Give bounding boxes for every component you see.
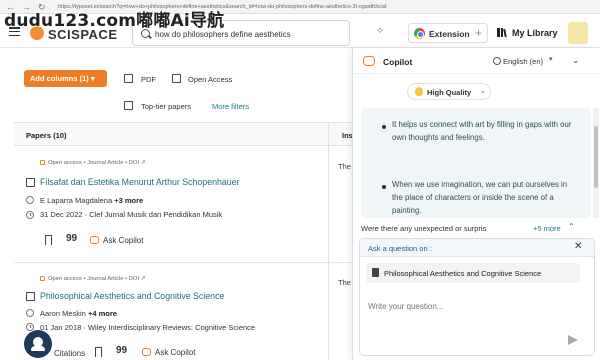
ask-copilot-button[interactable]: Ask Copilot (142, 348, 195, 357)
scrollbar-thumb[interactable] (594, 126, 598, 188)
ask-copilot-button[interactable]: Ask Copilot (90, 236, 143, 245)
copilot-icon (363, 56, 375, 66)
bullet-dot (382, 125, 386, 129)
open-access-icon (40, 160, 45, 165)
row-divider (14, 262, 352, 263)
paper-select-checkbox[interactable] (26, 178, 35, 187)
ask-question-label: Ask a question on : (368, 244, 432, 253)
plus-icon: + (475, 26, 483, 40)
person-body-icon (31, 346, 45, 351)
copilot-answer: It helps us connect with art by filling … (361, 108, 591, 218)
citations-link[interactable]: Citations (54, 349, 85, 358)
avatar[interactable] (568, 22, 588, 44)
followup-question[interactable]: Were there any unexpected or surpris (361, 224, 511, 233)
copilot-panel: Copilot English (en) ▾ ⌄ High Quality ⌄ … (352, 48, 600, 360)
quality-selector[interactable]: High Quality ⌄ (407, 83, 491, 100)
close-icon[interactable]: ✕ (574, 241, 582, 252)
add-columns-button[interactable]: Add columns (1) ▾ (24, 70, 107, 87)
author-icon (26, 196, 34, 204)
ask-question-header: Ask a question on : ✕ (360, 239, 594, 257)
lightbulb-icon (415, 87, 423, 96)
column-divider (328, 122, 329, 360)
ask-question-panel: Ask a question on : ✕ Philosophical Aest… (359, 238, 595, 356)
more-questions-link[interactable]: +5 more (533, 224, 561, 233)
cite-icon[interactable]: 99 (66, 233, 77, 244)
chevron-down-icon: ⌄ (480, 88, 486, 95)
answer-bullet: When we use imagination, we can put ours… (392, 180, 568, 215)
chrome-icon (414, 28, 425, 39)
document-icon (372, 268, 379, 277)
bookmark-icon[interactable] (95, 347, 102, 357)
library-icon (497, 28, 507, 38)
pdf-checkbox[interactable] (124, 74, 133, 83)
bookmark-icon[interactable] (45, 235, 52, 245)
results-table-header: Papers (10) Insi (14, 122, 355, 146)
paper-date-venue: 31 Dec 2022 · Clef Jurnal Musik dan Pend… (40, 210, 223, 219)
extension-label: Extension (429, 29, 470, 39)
answer-bullet: It helps us connect with art by filling … (392, 120, 572, 142)
open-access-label: Open Access (188, 75, 233, 84)
language-select[interactable]: English (en) (503, 57, 543, 66)
chevron-up-icon[interactable]: ⌃ (568, 222, 575, 231)
paper-authors: Aaron Meskin +4 more (40, 309, 117, 318)
watermark-text: dudu123.com嘟嘟Ai导航 (4, 11, 225, 31)
filter-controls: Add columns (1) ▾ PDF Open Access Top-ti… (0, 48, 352, 120)
more-filters-link[interactable]: More filters (212, 102, 249, 111)
quality-label: High Quality (427, 88, 472, 97)
chevron-down-icon[interactable]: ▾ (549, 55, 553, 63)
context-paper-chip: Philosophical Aesthetics and Cognitive S… (366, 263, 580, 283)
paper-title-link[interactable]: Philosophical Aesthetics and Cognitive S… (40, 291, 224, 301)
papers-column-header[interactable]: Papers (10) (26, 131, 66, 140)
paper-date-venue: 01 Jan 2018 · Wiley Interdisciplinary Re… (40, 323, 256, 332)
lightbulb-icon[interactable]: ✧ (376, 26, 384, 37)
copilot-title: Copilot (383, 57, 413, 67)
author-icon (26, 309, 34, 317)
paper-authors: E Laparra Magdalena +3 more (40, 196, 144, 205)
paper-meta: Open access • Journal Article • DOI ↗ (40, 160, 146, 166)
collapse-chevron-icon[interactable]: ⌄ (572, 55, 580, 66)
pdf-label: PDF (141, 75, 156, 84)
support-chat-button[interactable] (24, 330, 52, 358)
copilot-icon (142, 348, 151, 356)
paper-meta: Open access • Journal Article • DOI ↗ (40, 276, 146, 282)
question-input[interactable] (368, 299, 578, 313)
top-tier-checkbox[interactable] (124, 101, 133, 110)
extension-button[interactable]: Extension + (408, 23, 488, 43)
open-access-icon (40, 276, 45, 281)
date-icon (26, 211, 34, 219)
context-paper-title: Philosophical Aesthetics and Cognitive S… (384, 269, 542, 278)
insight-cell: The (338, 162, 351, 171)
insight-cell: The (338, 278, 351, 287)
my-library-button[interactable]: My Library (494, 23, 564, 43)
cite-icon[interactable]: 99 (116, 345, 127, 356)
globe-icon (493, 57, 501, 65)
bullet-dot (382, 185, 386, 189)
paper-select-checkbox[interactable] (26, 292, 35, 301)
send-icon[interactable] (568, 335, 578, 345)
copilot-icon (90, 236, 99, 244)
top-tier-label: Top-tier papers (141, 102, 192, 111)
paper-title-link[interactable]: Filsafat dan Estetika Menurut Arthur Sch… (40, 177, 240, 187)
copilot-header: Copilot English (en) ▾ ⌄ (353, 48, 600, 74)
open-access-checkbox[interactable] (172, 74, 181, 83)
my-library-label: My Library (512, 28, 558, 38)
